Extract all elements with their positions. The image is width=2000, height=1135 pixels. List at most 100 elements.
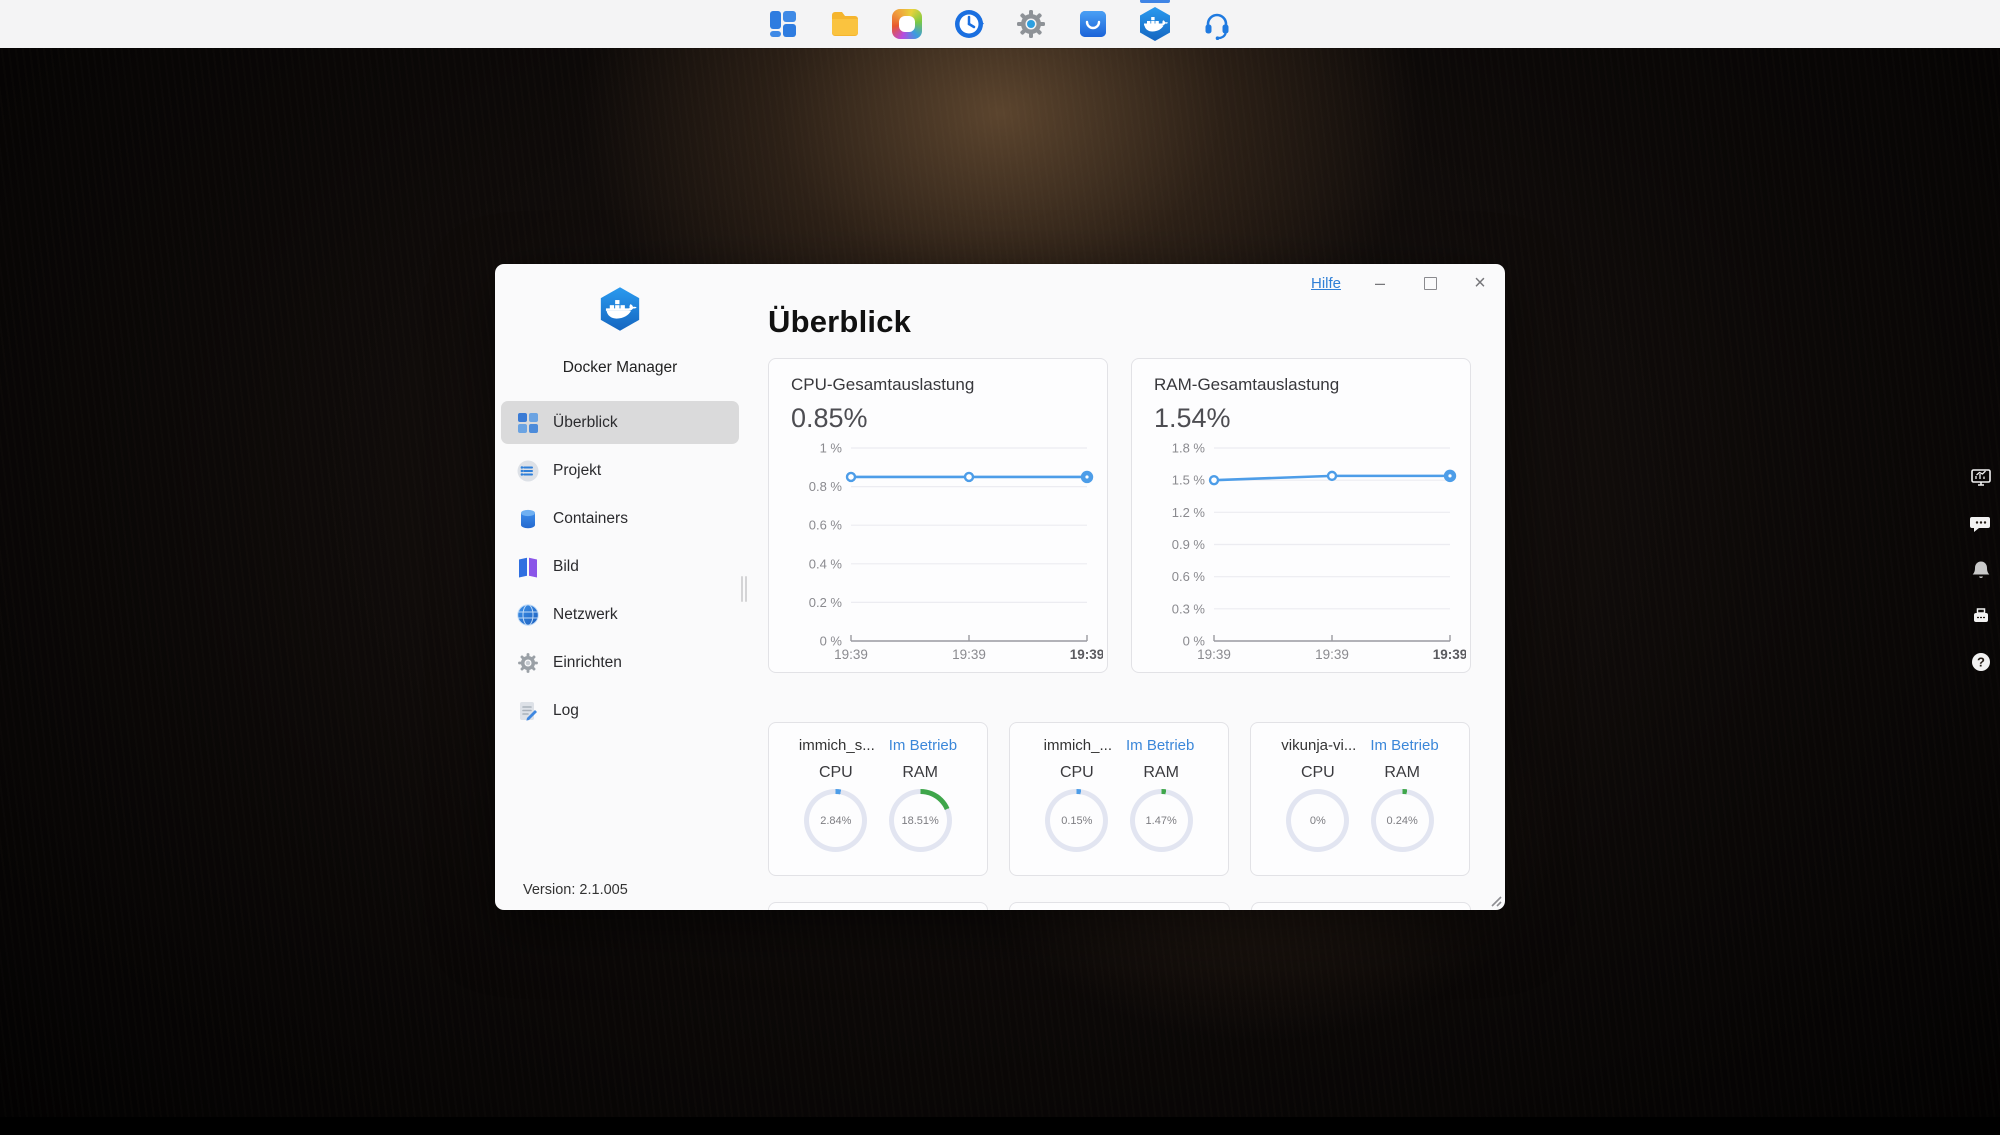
sidebar-item-einrichten[interactable]: Einrichten bbox=[501, 641, 739, 684]
cpu-label: CPU bbox=[819, 764, 853, 782]
sidebar-item-log[interactable]: Log bbox=[501, 689, 739, 732]
window-controls: Hilfe – × bbox=[1311, 272, 1491, 294]
overview-grid-icon bbox=[515, 410, 540, 435]
ram-line-chart: 1.8 %1.5 %1.2 %0.9 %0.6 %0.3 %0 %19:3919… bbox=[1148, 438, 1470, 677]
cpu-line-chart: 1 %0.8 %0.6 %0.4 %0.2 %0 %19:3919:3919:3… bbox=[785, 438, 1107, 677]
status-badge: Im Betrieb bbox=[1370, 737, 1438, 754]
ram-gauge-value: 18.51% bbox=[902, 815, 939, 827]
sidebar-item-projekt[interactable]: Projekt bbox=[501, 449, 739, 492]
cpu-gauge: 2.84% bbox=[804, 789, 867, 852]
project-list-icon bbox=[515, 458, 540, 483]
svg-text:?: ? bbox=[1977, 655, 1985, 670]
photos-icon[interactable] bbox=[889, 6, 925, 42]
cpu-gauge-value: 0% bbox=[1310, 815, 1326, 827]
sidebar-item-label: Projekt bbox=[553, 462, 601, 480]
sidebar-nav: Überblick Projekt bbox=[495, 401, 745, 732]
cpu-label: CPU bbox=[1301, 764, 1335, 782]
image-book-icon bbox=[515, 554, 540, 579]
container-card[interactable]: immich_... Im Betrieb CPU 0.15% RAM bbox=[1009, 722, 1229, 876]
ram-current-value: 1.54% bbox=[1154, 403, 1470, 434]
sidebar-item-label: Netzwerk bbox=[553, 606, 618, 624]
container-card-partial[interactable] bbox=[1009, 902, 1229, 910]
svg-text:0.6 %: 0.6 % bbox=[1172, 569, 1206, 584]
svg-text:1.5 %: 1.5 % bbox=[1172, 473, 1206, 488]
desktop: ? Hilfe – × bbox=[0, 0, 2000, 1135]
help-link[interactable]: Hilfe bbox=[1311, 275, 1341, 292]
network-globe-icon bbox=[515, 602, 540, 627]
apps-grid-icon[interactable] bbox=[765, 6, 801, 42]
chat-icon[interactable] bbox=[1970, 513, 1992, 535]
svg-text:0.9 %: 0.9 % bbox=[1172, 537, 1206, 552]
sidebar-item-bild[interactable]: Bild bbox=[501, 545, 739, 588]
status-badge: Im Betrieb bbox=[1126, 737, 1194, 754]
control-panel-gear-icon[interactable] bbox=[1013, 6, 1049, 42]
chart-title: CPU-Gesamtauslastung bbox=[791, 375, 1107, 395]
docker-manager-window: Hilfe – × bbox=[495, 264, 1505, 910]
sidebar-item-label: Bild bbox=[553, 558, 579, 576]
setup-gear-icon bbox=[515, 650, 540, 675]
sidebar: Docker Manager Überblick bbox=[495, 264, 745, 910]
sidebar-item-label: Einrichten bbox=[553, 654, 622, 672]
ram-label: RAM bbox=[1143, 764, 1179, 782]
chart-title: RAM-Gesamtauslastung bbox=[1154, 375, 1470, 395]
docker-app-icon[interactable] bbox=[1137, 6, 1173, 42]
status-badge: Im Betrieb bbox=[889, 737, 957, 754]
desktop-edge-widgets: ? bbox=[1970, 467, 1992, 673]
container-card-partial[interactable] bbox=[768, 902, 988, 910]
minimize-button[interactable]: – bbox=[1369, 272, 1391, 294]
container-card-partial[interactable] bbox=[1251, 902, 1471, 910]
page-title: Überblick bbox=[768, 304, 1471, 340]
sidebar-item-netzwerk[interactable]: Netzwerk bbox=[501, 593, 739, 636]
maximize-button[interactable] bbox=[1419, 272, 1441, 294]
svg-text:1.8 %: 1.8 % bbox=[1172, 441, 1206, 456]
sidebar-item-ueberblick[interactable]: Überblick bbox=[501, 401, 739, 444]
container-cards-row-partial bbox=[768, 902, 1471, 910]
svg-text:19:39: 19:39 bbox=[1315, 647, 1349, 662]
svg-text:19:39: 19:39 bbox=[952, 647, 986, 662]
window-resize-handle[interactable] bbox=[1487, 892, 1502, 907]
notifications-bell-icon[interactable] bbox=[1970, 559, 1992, 581]
close-button[interactable]: × bbox=[1469, 272, 1491, 294]
ram-label: RAM bbox=[1384, 764, 1420, 782]
file-manager-icon[interactable] bbox=[827, 6, 863, 42]
container-name: immich_s... bbox=[799, 737, 875, 754]
ram-gauge: 18.51% bbox=[889, 789, 952, 852]
ram-gauge-value: 1.47% bbox=[1146, 815, 1177, 827]
active-app-indicator bbox=[1140, 0, 1170, 3]
cpu-gauge: 0% bbox=[1286, 789, 1349, 852]
svg-text:1 %: 1 % bbox=[820, 441, 843, 456]
container-name: vikunja-vi... bbox=[1281, 737, 1356, 754]
svg-text:0.8 %: 0.8 % bbox=[809, 479, 843, 494]
ram-gauge-value: 0.24% bbox=[1387, 815, 1418, 827]
cpu-gauge-value: 2.84% bbox=[820, 815, 851, 827]
svg-text:0.2 %: 0.2 % bbox=[809, 595, 843, 610]
ram-label: RAM bbox=[902, 764, 938, 782]
svg-text:0.3 %: 0.3 % bbox=[1172, 601, 1206, 616]
time-backup-icon[interactable] bbox=[951, 6, 987, 42]
resource-monitor-icon[interactable] bbox=[1970, 467, 1992, 489]
svg-text:0.6 %: 0.6 % bbox=[809, 518, 843, 533]
svg-text:0.4 %: 0.4 % bbox=[809, 556, 843, 571]
package-center-icon[interactable] bbox=[1075, 6, 1111, 42]
container-cards-row: immich_s... Im Betrieb CPU 2.84% RAM bbox=[768, 722, 1471, 876]
cpu-gauge: 0.15% bbox=[1045, 789, 1108, 852]
svg-text:19:39: 19:39 bbox=[1197, 647, 1231, 662]
container-card[interactable]: vikunja-vi... Im Betrieb CPU 0% RAM bbox=[1250, 722, 1470, 876]
app-title: Docker Manager bbox=[495, 359, 745, 377]
wallpaper-dark-band bbox=[0, 1117, 2000, 1135]
support-headset-icon[interactable] bbox=[1199, 6, 1235, 42]
usb-device-icon[interactable] bbox=[1970, 605, 1992, 627]
containers-cylinder-icon bbox=[515, 506, 540, 531]
sidebar-item-containers[interactable]: Containers bbox=[501, 497, 739, 540]
sidebar-item-label: Log bbox=[553, 702, 579, 720]
svg-text:1.2 %: 1.2 % bbox=[1172, 505, 1206, 520]
help-icon[interactable]: ? bbox=[1970, 651, 1992, 673]
cpu-usage-card: CPU-Gesamtauslastung 0.85% 1 % 0.8 % 0.6 %… bbox=[768, 358, 1108, 673]
container-name: immich_... bbox=[1044, 737, 1112, 754]
log-document-icon bbox=[515, 698, 540, 723]
container-card[interactable]: immich_s... Im Betrieb CPU 2.84% RAM bbox=[768, 722, 988, 876]
cpu-current-value: 0.85% bbox=[791, 403, 1107, 434]
version-label: Version: 2.1.005 bbox=[523, 882, 628, 898]
svg-text:19:39: 19:39 bbox=[1070, 647, 1103, 662]
taskbar bbox=[0, 0, 2000, 48]
